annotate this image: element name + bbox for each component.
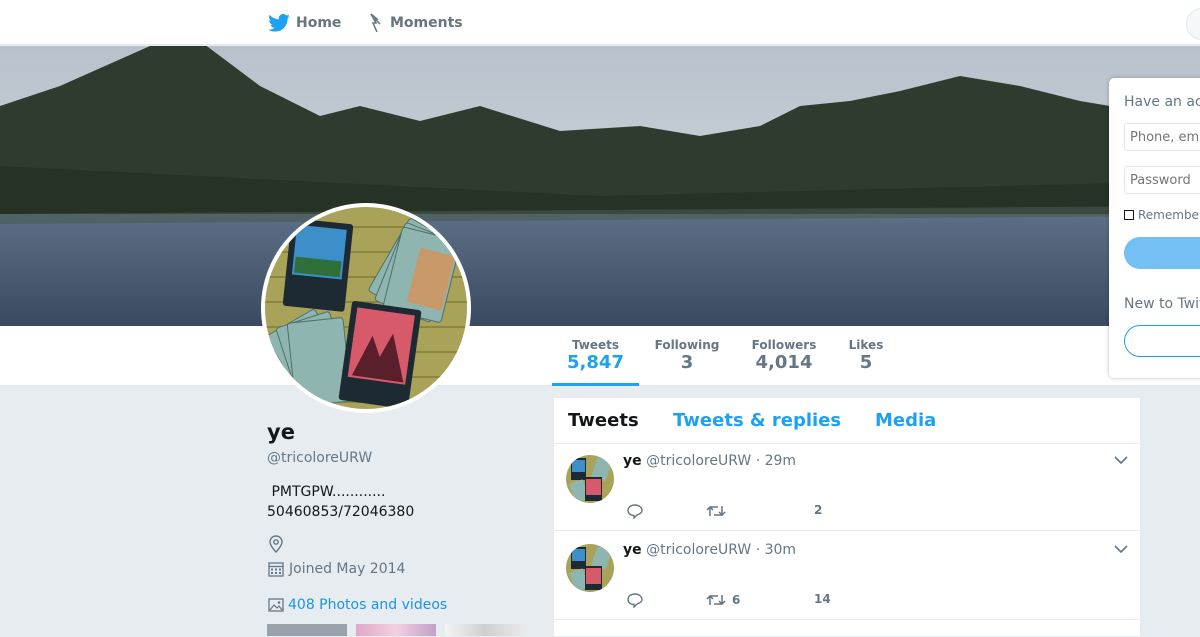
- tab-tweets-replies[interactable]: Tweets & replies: [673, 410, 841, 431]
- tweet-author-handle[interactable]: @tricoloreURW: [646, 542, 751, 558]
- profile-name: ye: [267, 420, 295, 444]
- stat-label: Following: [654, 338, 720, 352]
- stat-label: Followers: [751, 338, 817, 352]
- location-pin-icon: [269, 535, 283, 553]
- like-count: 14: [814, 592, 831, 606]
- profile-handle[interactable]: @tricoloreURW: [267, 450, 372, 466]
- photos-videos-link[interactable]: 408 Photos and videos: [268, 597, 447, 613]
- stat-following[interactable]: Following 3: [647, 326, 727, 386]
- reply-button[interactable]: [626, 592, 650, 608]
- timeline-tabs: Tweets Tweets & replies Media: [554, 398, 1140, 444]
- new-to-twitter: New to Twitter?: [1124, 296, 1200, 312]
- joined-text: Joined May 2014: [289, 561, 406, 577]
- media-thumbnail[interactable]: [445, 624, 525, 636]
- tweet-author-handle[interactable]: @tricoloreURW: [646, 453, 751, 469]
- like-count: 2: [814, 503, 823, 517]
- tweet-header: ye @tricoloreURW · 29m: [623, 453, 796, 469]
- tweet-time[interactable]: · 30m: [756, 542, 796, 558]
- password-field[interactable]: [1124, 166, 1200, 194]
- remember-checkbox[interactable]: [1124, 210, 1134, 220]
- stat-value: 5,847: [567, 352, 624, 373]
- media-thumbnail[interactable]: [267, 624, 347, 636]
- reply-icon: [627, 504, 643, 519]
- tweet[interactable]: ye @tricoloreURW · 30m 6 14: [554, 532, 1140, 620]
- like-button[interactable]: 14: [814, 592, 831, 606]
- tweet-avatar[interactable]: [566, 455, 614, 503]
- profile-nav: Tweets 5,847 Following 3 Followers 4,014…: [0, 326, 1200, 386]
- reply-button[interactable]: [626, 503, 650, 519]
- username-field[interactable]: [1124, 123, 1200, 151]
- tweet-avatar[interactable]: [566, 544, 614, 592]
- stat-value: 3: [680, 352, 694, 373]
- chevron-down-icon[interactable]: [1114, 544, 1128, 554]
- calendar-icon: [268, 562, 284, 577]
- top-nav: Home Moments: [0, 0, 1200, 45]
- stat-label: Tweets: [571, 338, 620, 352]
- profile-bio: PMTGPW............ 50460853/72046380: [267, 484, 415, 520]
- retweet-icon: [706, 594, 726, 606]
- stat-label: Likes: [848, 338, 884, 352]
- timeline: Tweets Tweets & replies Media ye @tricol…: [553, 397, 1141, 637]
- stat-value: 5: [859, 352, 873, 373]
- retweet-button[interactable]: 6: [706, 592, 740, 608]
- profile-avatar[interactable]: [261, 203, 471, 413]
- nav-home-label: Home: [296, 14, 342, 31]
- media-thumbnail[interactable]: [356, 624, 436, 636]
- nav-moments-label: Moments: [390, 14, 463, 31]
- chevron-down-icon[interactable]: [1114, 455, 1128, 465]
- nav-moments[interactable]: Moments: [368, 0, 463, 45]
- image-icon: [268, 598, 284, 612]
- login-card: Have an account? Remember me New to Twit…: [1109, 78, 1200, 378]
- stat-tweets[interactable]: Tweets 5,847: [552, 326, 639, 386]
- stat-likes[interactable]: Likes 5: [840, 326, 892, 386]
- stat-followers[interactable]: Followers 4,014: [744, 326, 824, 386]
- lightning-icon: [370, 12, 381, 32]
- nav-home[interactable]: Home: [268, 0, 341, 45]
- like-button[interactable]: 2: [814, 503, 822, 517]
- stat-value: 4,014: [755, 352, 813, 373]
- photos-videos-label: 408 Photos and videos: [288, 597, 448, 613]
- tweet-header: ye @tricoloreURW · 30m: [623, 542, 796, 558]
- reply-icon: [627, 593, 643, 608]
- retweet-icon: [706, 505, 726, 517]
- twitter-bird-icon: [268, 13, 290, 32]
- tab-tweets[interactable]: Tweets: [568, 410, 639, 431]
- search-box[interactable]: [1186, 8, 1200, 40]
- remember-me[interactable]: Remember me: [1124, 208, 1200, 222]
- tweet-author-name[interactable]: ye: [623, 542, 642, 558]
- login-header: Have an account?: [1124, 94, 1200, 110]
- tweet[interactable]: ye @tricoloreURW · 29m 2: [554, 443, 1140, 531]
- retweet-button[interactable]: [706, 503, 732, 519]
- remember-label: Remember me: [1138, 208, 1200, 222]
- tweet-time[interactable]: · 29m: [756, 453, 796, 469]
- tab-media[interactable]: Media: [875, 410, 936, 431]
- joined-date: Joined May 2014: [268, 561, 405, 577]
- profile-banner: [0, 46, 1200, 326]
- tweet-author-name[interactable]: ye: [623, 453, 642, 469]
- login-button[interactable]: [1124, 237, 1200, 269]
- signup-button[interactable]: [1124, 325, 1200, 357]
- retweet-count: 6: [732, 593, 741, 607]
